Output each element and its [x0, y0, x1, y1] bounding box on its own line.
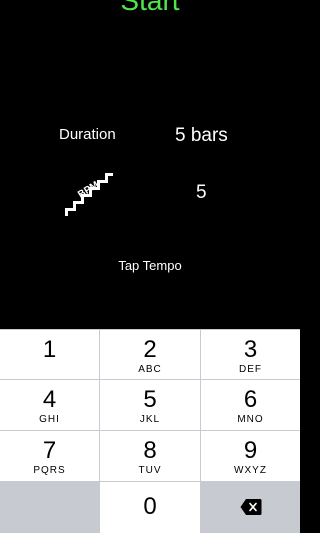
- key-letters: PQRS: [33, 465, 66, 476]
- bpm-value[interactable]: 5: [196, 182, 207, 203]
- key-5[interactable]: 5 JKL: [100, 380, 200, 430]
- duration-value[interactable]: 5 bars: [175, 125, 228, 146]
- key-digit: 7: [42, 437, 57, 464]
- key-digit: 3: [243, 336, 258, 363]
- key-letters: JKL: [139, 414, 161, 425]
- key-4[interactable]: 4 GHI: [0, 380, 99, 430]
- backspace-icon: [240, 499, 262, 515]
- key-letters: GHI: [39, 414, 60, 425]
- key-3[interactable]: 3 DEF: [201, 330, 300, 379]
- key-digit: 5: [143, 386, 157, 413]
- key-9[interactable]: 9 WXYZ: [201, 431, 300, 481]
- key-letters: DEF: [239, 364, 262, 375]
- key-blank: [0, 482, 99, 533]
- bpm-stairs-icon: BPM: [65, 173, 113, 216]
- key-letters: TUV: [138, 465, 162, 476]
- key-letters: ABC: [138, 364, 162, 375]
- key-8[interactable]: 8 TUV: [100, 431, 200, 481]
- key-2[interactable]: 2 ABC: [100, 330, 200, 379]
- key-letters: WXYZ: [234, 465, 267, 476]
- key-digit: 4: [42, 386, 57, 413]
- key-0[interactable]: 0: [100, 482, 200, 533]
- numeric-keypad: 1 2 ABC 3 DEF 4 GHI 5 JKL 6 MNO 7 PQRS 8…: [0, 329, 300, 533]
- key-1[interactable]: 1: [0, 330, 99, 379]
- key-6[interactable]: 6 MNO: [201, 380, 300, 430]
- key-digit: 0: [143, 493, 157, 520]
- key-digit: 6: [243, 386, 258, 413]
- key-letters: MNO: [237, 414, 264, 425]
- key-digit: 2: [143, 336, 157, 363]
- backspace-key[interactable]: [201, 482, 300, 533]
- tap-tempo-button[interactable]: Tap Tempo: [0, 258, 300, 274]
- key-digit: 8: [143, 437, 157, 464]
- duration-label: Duration: [59, 126, 116, 143]
- key-digit: 9: [243, 437, 258, 464]
- key-digit: 1: [42, 336, 57, 363]
- start-button[interactable]: Start: [0, 0, 300, 16]
- key-7[interactable]: 7 PQRS: [0, 431, 99, 481]
